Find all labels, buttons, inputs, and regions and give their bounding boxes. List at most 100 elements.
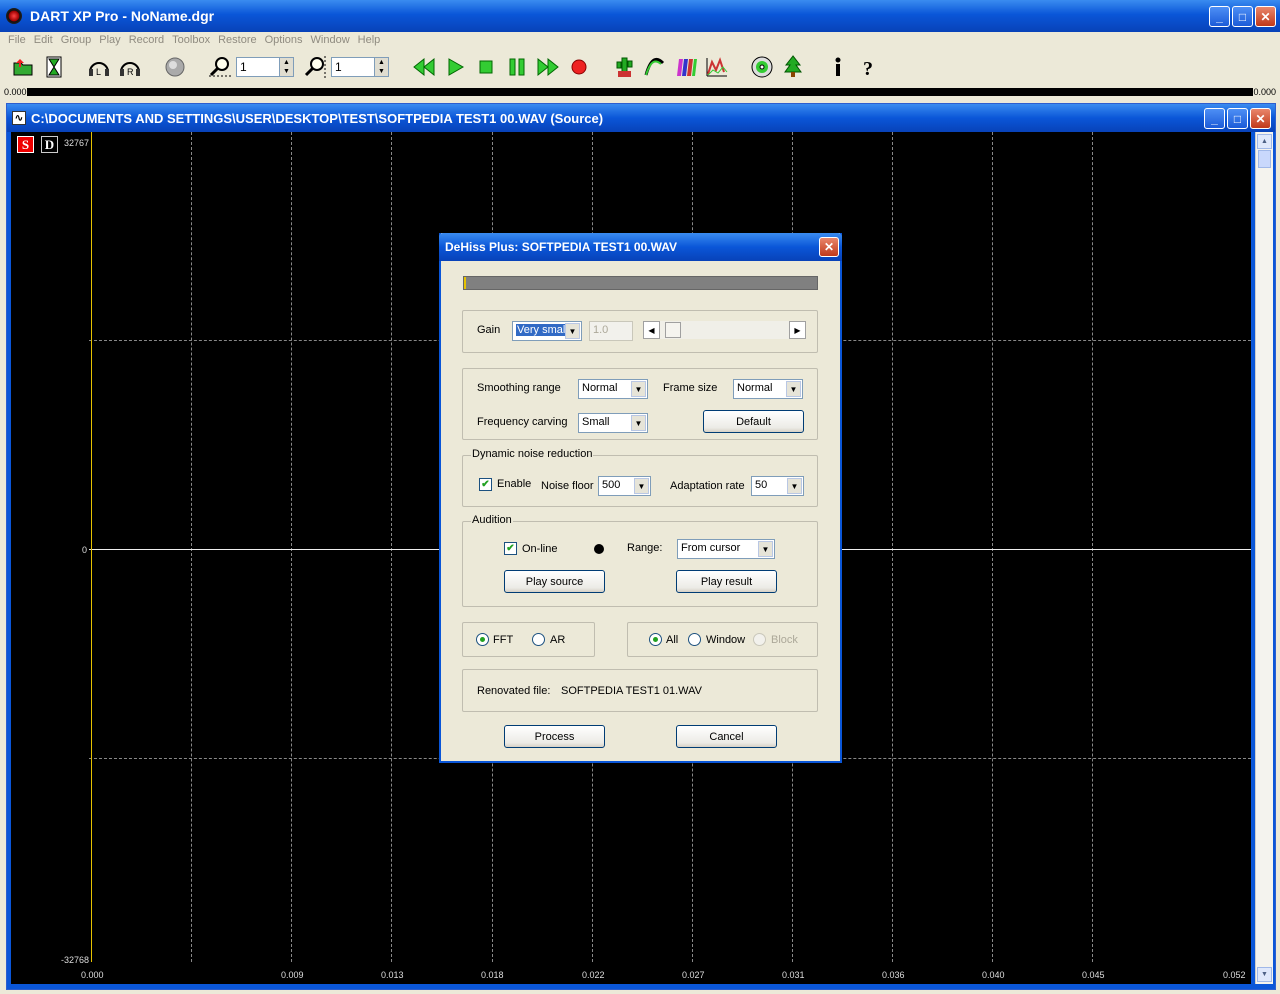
frequency-carving-select[interactable]: Small ▼ [578,413,648,433]
cd-disc-icon[interactable] [747,52,777,82]
adaptation-rate-label: Adaptation rate [670,480,745,492]
frame-size-select-value: Normal [737,382,773,394]
child-maximize-button[interactable]: □ [1227,108,1248,129]
svg-text:R: R [127,67,134,77]
slider-left-arrow-icon[interactable]: ◀ [643,321,660,339]
scroll-up-arrow-icon[interactable]: ▲ [1257,134,1272,149]
gain-group: Gain Very small ▼ 1.0 ◀ ▶ [462,310,818,353]
open-folder-icon[interactable] [8,52,38,82]
menu-window[interactable]: Window [311,34,350,46]
chevron-down-icon[interactable]: ▼ [758,541,773,557]
fft-radio[interactable] [476,633,489,646]
menu-file[interactable]: File [8,34,26,46]
ar-radio[interactable] [532,633,545,646]
child-close-button[interactable]: ✕ [1250,108,1271,129]
playback-cursor[interactable] [91,132,92,962]
tree-icon[interactable] [778,52,808,82]
range-select[interactable]: From cursor ▼ [677,539,775,559]
play-result-button[interactable]: Play result [676,570,777,593]
online-checkbox[interactable]: ✔ [504,542,517,555]
noise-floor-select-value: 500 [602,479,621,491]
spectrum-graph-icon[interactable] [702,52,732,82]
adaptation-rate-select[interactable]: 50 ▼ [751,476,804,496]
menu-help[interactable]: Help [358,34,381,46]
close-button[interactable]: ✕ [1255,6,1276,27]
menu-play[interactable]: Play [99,34,120,46]
chevron-down-icon[interactable]: ▼ [565,323,580,339]
zoom-x-spinner[interactable]: 1 ▲ ▼ [236,57,294,77]
spectrum-bars-icon[interactable] [671,52,701,82]
x-tick-label: 0.018 [481,970,504,980]
zoom-y-input[interactable]: 1 [331,57,375,77]
window-label: Window [706,634,746,646]
zoom-y-spinner[interactable]: 1 ▲ ▼ [331,57,389,77]
online-label: On-line [522,543,558,555]
cancel-button[interactable]: Cancel [676,725,777,748]
renovated-file-value: SOFTPEDIA TEST1 01.WAV [561,685,703,697]
zoom-horizontal-icon[interactable] [205,52,235,82]
dialog-titlebar: DeHiss Plus: SOFTPEDIA TEST1 00.WAV ✕ [439,233,842,261]
info-icon[interactable] [823,52,853,82]
process-button[interactable]: Process [504,725,605,748]
record-icon[interactable] [564,52,594,82]
zoom-vertical-icon[interactable] [300,52,330,82]
frame-size-label: Frame size [663,382,718,394]
play-icon[interactable] [440,52,470,82]
maximize-button[interactable]: □ [1232,6,1253,27]
headphones-right-icon[interactable]: R [115,52,145,82]
noise-floor-select[interactable]: 500 ▼ [598,476,651,496]
dehiss-dialog: DeHiss Plus: SOFTPEDIA TEST1 00.WAV ✕ Ga… [439,233,842,763]
enable-checkbox[interactable]: ✔ [479,478,492,491]
window-radio[interactable] [688,633,701,646]
zoom-x-input[interactable]: 1 [236,57,280,77]
child-minimize-button[interactable]: _ [1204,108,1225,129]
pause-icon[interactable] [502,52,532,82]
scroll-down-arrow-icon[interactable]: ▼ [1257,967,1272,982]
zoom-y-arrows[interactable]: ▲ ▼ [375,57,389,77]
range-label: Range: [627,542,663,554]
waveform-icon: ∿ [12,111,26,125]
stop-icon[interactable] [471,52,501,82]
audition-group: Audition ✔ On-line Range: From cursor ▼ P… [462,514,818,607]
menu-toolbox[interactable]: Toolbox [172,34,210,46]
chevron-down-icon[interactable]: ▼ [787,478,802,494]
frame-size-select[interactable]: Normal ▼ [733,379,803,399]
headphones-left-icon[interactable]: L [84,52,114,82]
scroll-thumb[interactable] [1258,150,1271,168]
slider-right-arrow-icon[interactable]: ▶ [789,321,806,339]
ruler-bar[interactable] [4,88,1276,96]
vertical-scrollbar[interactable]: ▲ ▼ [1255,132,1273,984]
menu-restore[interactable]: Restore [218,34,257,46]
menu-group[interactable]: Group [61,34,92,46]
cactus-icon[interactable] [609,52,639,82]
minimize-button[interactable]: _ [1209,6,1230,27]
menu-options[interactable]: Options [265,34,303,46]
smoothing-select[interactable]: Normal ▼ [578,379,648,399]
fast-forward-icon[interactable] [533,52,563,82]
help-question-icon[interactable]: ? [854,52,884,82]
all-radio[interactable] [649,633,662,646]
frequency-carving-select-value: Small [582,416,610,428]
gain-label: Gain [477,324,501,336]
declick-curve-icon[interactable] [640,52,670,82]
slider-thumb[interactable] [665,322,681,338]
chevron-down-icon[interactable]: ▼ [631,381,646,397]
gain-select-value: Very small [516,324,569,336]
chevron-down-icon[interactable]: ▼ [786,381,801,397]
chevron-down-icon[interactable]: ▼ [631,415,646,431]
menu-record[interactable]: Record [129,34,164,46]
zoom-x-arrows[interactable]: ▲ ▼ [280,57,294,77]
gain-select[interactable]: Very small ▼ [512,321,582,341]
record-disc-icon[interactable] [160,52,190,82]
noise-floor-label: Noise floor [541,480,594,492]
rewind-icon[interactable] [409,52,439,82]
dialog-close-button[interactable]: ✕ [819,237,839,257]
menu-edit[interactable]: Edit [34,34,53,46]
gain-number-input[interactable]: 1.0 [589,321,633,341]
hourglass-icon[interactable] [39,52,69,82]
x-tick-label: 0.031 [782,970,805,980]
default-button[interactable]: Default [703,410,804,433]
chevron-down-icon[interactable]: ▼ [634,478,649,494]
gain-slider[interactable]: ◀ ▶ [643,321,806,339]
play-source-button[interactable]: Play source [504,570,605,593]
